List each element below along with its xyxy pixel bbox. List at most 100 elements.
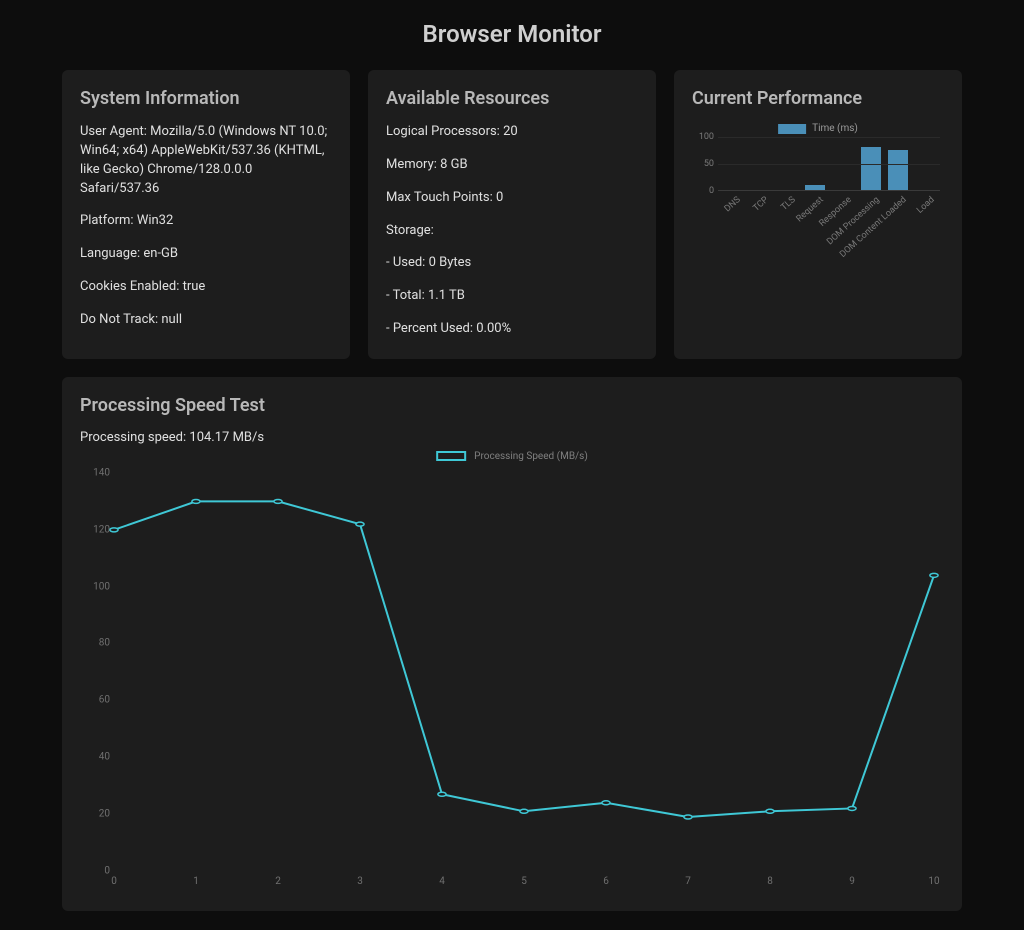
storage-pct-label: - Percent Used:: [386, 321, 473, 336]
speed-x-tick: 3: [357, 876, 363, 887]
speed-test-title: Processing Speed Test: [80, 395, 944, 416]
speed-legend-swatch: [436, 451, 466, 461]
performance-y-tick: 100: [699, 132, 714, 142]
speed-y-tick: 60: [84, 695, 110, 706]
speed-x-tick: 8: [767, 876, 773, 887]
performance-y-tick: 0: [709, 186, 714, 196]
speed-svg: [114, 473, 934, 871]
resources-title: Available Resources: [386, 88, 638, 109]
speed-data-point: [848, 806, 856, 810]
performance-legend: Time (ms): [778, 123, 858, 134]
speed-status-line: Processing speed: 104.17 MB/s: [80, 430, 944, 445]
speed-data-point: [192, 499, 200, 503]
performance-bar: [805, 185, 825, 190]
performance-legend-text: Time (ms): [812, 123, 858, 134]
language-label: Language:: [80, 246, 140, 261]
speed-x-tick: 1: [193, 876, 199, 887]
performance-x-label: TCP: [751, 195, 770, 214]
speed-y-tick: 80: [84, 638, 110, 649]
language-value: en-GB: [143, 246, 178, 261]
speed-status-value: 104.17 MB/s: [189, 430, 264, 445]
storage-pct-value: 0.00%: [476, 321, 511, 336]
performance-card: Current Performance Time (ms) 050100 DNS…: [674, 70, 962, 359]
storage-total-line: - Total: 1.1 TB: [386, 287, 638, 306]
cookies-value: true: [183, 279, 206, 294]
speed-data-point: [602, 801, 610, 805]
storage-total-value: 1.1 TB: [428, 288, 465, 303]
speed-y-tick: 0: [84, 865, 110, 876]
speed-x-tick: 7: [685, 876, 691, 887]
dashboard-container: System Information User Agent: Mozilla/5…: [0, 70, 1024, 911]
storage-pct-line: - Percent Used: 0.00%: [386, 320, 638, 339]
system-info-card: System Information User Agent: Mozilla/5…: [62, 70, 350, 359]
speed-line-path: [114, 501, 934, 817]
logical-line: Logical Processors: 20: [386, 123, 638, 142]
speed-data-point: [274, 499, 282, 503]
memory-label: Memory:: [386, 157, 437, 172]
speed-y-tick: 140: [84, 467, 110, 478]
speed-x-tick: 4: [439, 876, 445, 887]
performance-x-label: TLS: [780, 195, 798, 213]
language-line: Language: en-GB: [80, 245, 332, 264]
speed-x-tick: 0: [111, 876, 117, 887]
user-agent-line: User Agent: Mozilla/5.0 (Windows NT 10.0…: [80, 123, 332, 198]
speed-data-point: [438, 792, 446, 796]
performance-x-axis: DNSTCPTLSRequestResponseDOM ProcessingDO…: [718, 195, 940, 239]
top-row: System Information User Agent: Mozilla/5…: [62, 70, 962, 359]
touch-value: 0: [496, 190, 503, 205]
speed-data-point: [766, 809, 774, 813]
memory-value: 8 GB: [440, 157, 468, 172]
performance-x-label: Load: [915, 195, 937, 216]
system-info-title: System Information: [80, 88, 332, 109]
dnt-label: Do Not Track:: [80, 312, 158, 327]
platform-value: Win32: [137, 213, 174, 228]
performance-legend-swatch: [778, 124, 806, 134]
storage-used-line: - Used: 0 Bytes: [386, 254, 638, 273]
performance-gridline: [718, 137, 940, 138]
speed-data-point: [930, 573, 938, 577]
speed-data-point: [110, 528, 118, 532]
storage-used-label: - Used:: [386, 255, 425, 270]
speed-y-tick: 20: [84, 809, 110, 820]
performance-y-tick: 50: [704, 159, 714, 169]
touch-label: Max Touch Points:: [386, 190, 493, 205]
speed-x-tick: 2: [275, 876, 281, 887]
platform-label: Platform:: [80, 213, 134, 228]
storage-heading: Storage:: [386, 222, 638, 241]
dnt-value: null: [161, 312, 182, 327]
speed-line-chart: Processing Speed (MB/s) 0204060801001201…: [80, 451, 944, 891]
platform-line: Platform: Win32: [80, 212, 332, 231]
storage-total-label: - Total:: [386, 288, 425, 303]
performance-gridline: [718, 164, 940, 165]
speed-legend: Processing Speed (MB/s): [436, 451, 588, 462]
cookies-line: Cookies Enabled: true: [80, 278, 332, 297]
storage-used-value: 0 Bytes: [429, 255, 472, 270]
user-agent-label: User Agent:: [80, 124, 147, 139]
speed-x-tick: 9: [849, 876, 855, 887]
speed-status-label: Processing speed:: [80, 430, 186, 445]
speed-data-point: [520, 809, 528, 813]
speed-x-tick: 6: [603, 876, 609, 887]
speed-data-point: [356, 522, 364, 526]
speed-test-card: Processing Speed Test Processing speed: …: [62, 377, 962, 911]
page-title: Browser Monitor: [0, 20, 1024, 48]
performance-y-axis: 050100: [692, 137, 716, 191]
touch-line: Max Touch Points: 0: [386, 189, 638, 208]
cookies-label: Cookies Enabled:: [80, 279, 179, 294]
performance-x-label: DNS: [723, 195, 743, 214]
speed-plot-area: 020406080100120140012345678910: [114, 473, 934, 871]
performance-title: Current Performance: [692, 88, 944, 109]
speed-data-point: [684, 815, 692, 819]
logical-value: 20: [503, 124, 518, 139]
speed-y-tick: 40: [84, 752, 110, 763]
performance-bar: [888, 150, 908, 191]
speed-x-tick: 5: [521, 876, 527, 887]
speed-legend-text: Processing Speed (MB/s): [474, 451, 588, 462]
resources-card: Available Resources Logical Processors: …: [368, 70, 656, 359]
logical-label: Logical Processors:: [386, 124, 500, 139]
performance-bar: [861, 147, 881, 190]
speed-y-tick: 100: [84, 581, 110, 592]
speed-x-tick: 10: [928, 876, 939, 887]
memory-line: Memory: 8 GB: [386, 156, 638, 175]
speed-y-tick: 120: [84, 524, 110, 535]
